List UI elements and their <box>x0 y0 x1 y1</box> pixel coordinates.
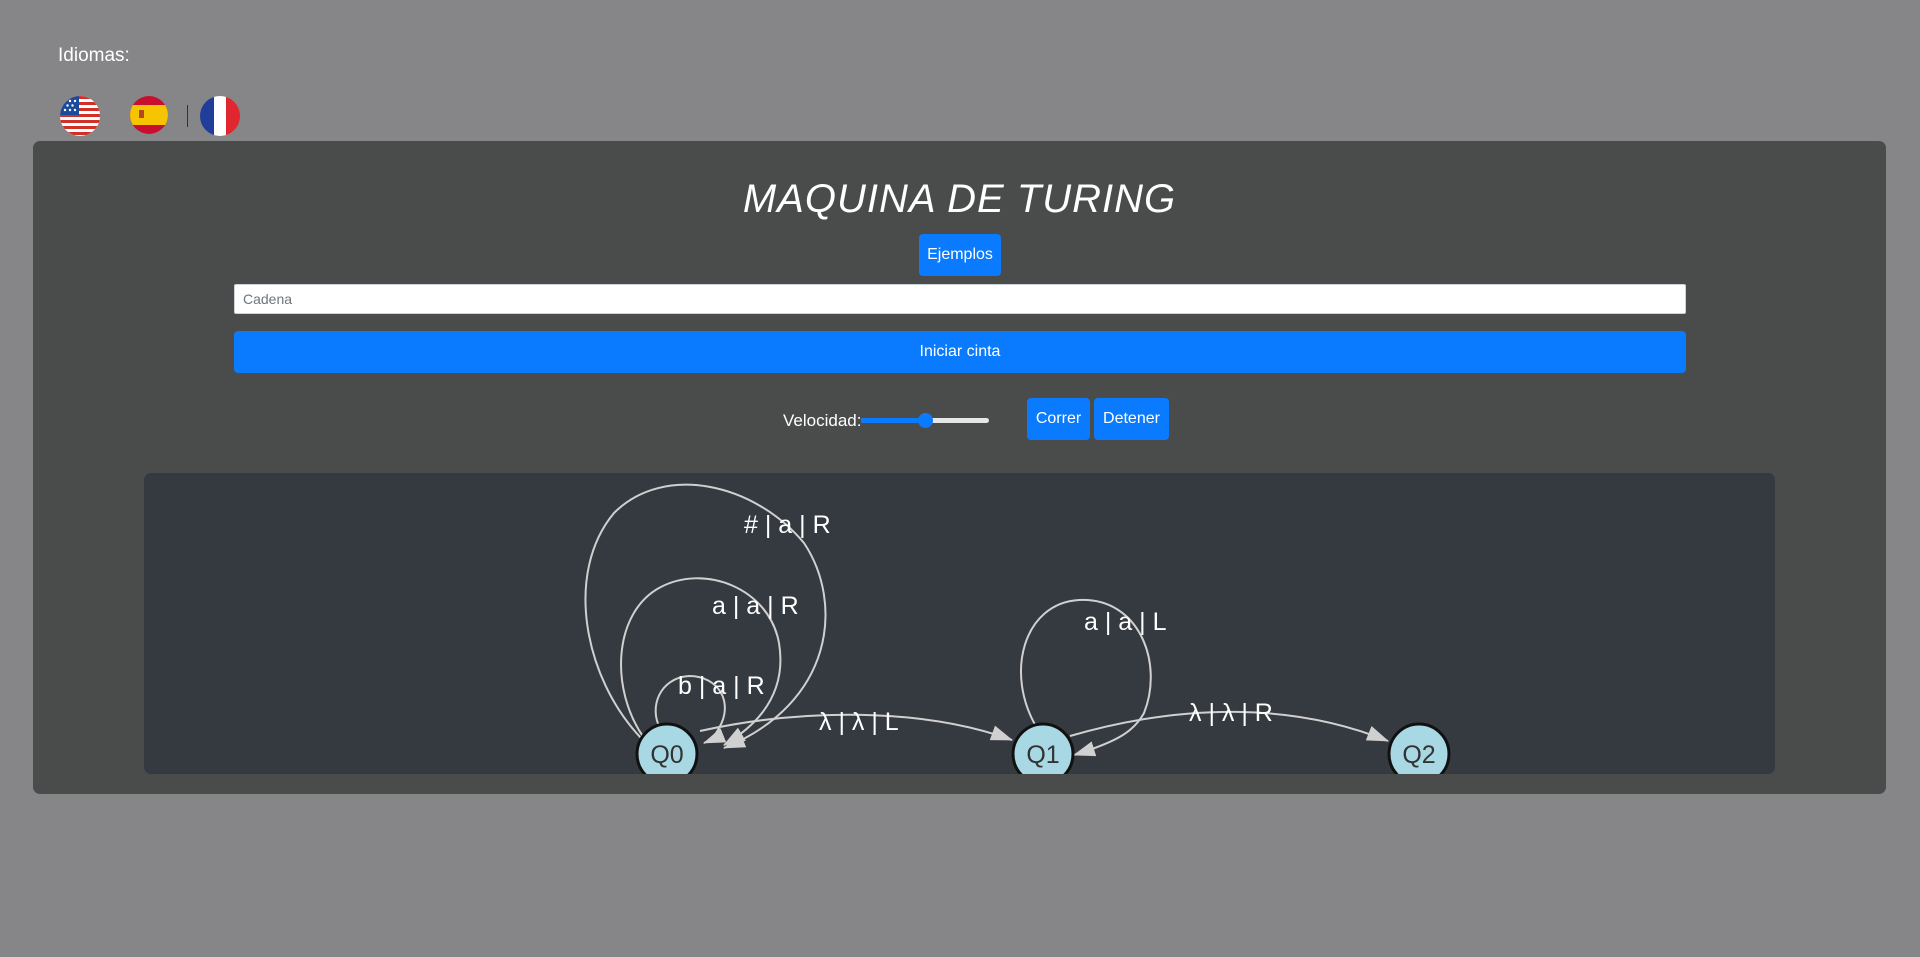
edge-label-q0-b: b | a | R <box>678 672 765 700</box>
speed-slider[interactable] <box>861 411 989 429</box>
languages-label: Idiomas: <box>58 45 130 66</box>
speed-label: Velocidad: <box>783 411 862 430</box>
state-label-q1: Q1 <box>1026 741 1059 769</box>
state-label-q0: Q0 <box>650 741 683 769</box>
language-selector: Idiomas: <box>58 44 240 136</box>
string-input[interactable] <box>234 284 1686 314</box>
state-node-q0: Q0 <box>635 722 699 774</box>
slider-thumb[interactable] <box>918 413 933 428</box>
state-diagram-svg: # | a | R a | a | R b | a | R λ | λ | L … <box>584 483 1451 774</box>
edge-label-q1-q2: λ | λ | R <box>1189 699 1273 727</box>
flag-list <box>58 94 258 138</box>
run-button[interactable]: Correr <box>1027 398 1090 440</box>
edge-label-q1-a: a | a | L <box>1084 608 1167 636</box>
start-tape-button[interactable]: Iniciar cinta <box>234 331 1686 373</box>
edge-label-q0-a: a | a | R <box>712 592 799 620</box>
stop-button[interactable]: Detener <box>1094 398 1169 440</box>
french-flag-icon[interactable] <box>200 96 240 136</box>
flag-divider <box>187 105 188 127</box>
examples-button[interactable]: Ejemplos <box>919 234 1001 276</box>
state-node-q2: Q2 <box>1387 722 1451 774</box>
state-diagram: # | a | R a | a | R b | a | R λ | λ | L … <box>144 473 1775 774</box>
slider-fill <box>861 418 925 423</box>
english-flag-icon[interactable] <box>60 96 100 136</box>
edge-label-q0-hash: # | a | R <box>744 511 831 539</box>
spanish-flag-icon[interactable] <box>130 96 168 134</box>
state-node-q1: Q1 <box>1011 722 1075 774</box>
state-label-q2: Q2 <box>1402 741 1435 769</box>
main-panel: MAQUINA DE TURING Ejemplos Iniciar cinta… <box>33 141 1886 794</box>
edge-label-q0-q1: λ | λ | L <box>819 708 899 736</box>
page-title: MAQUINA DE TURING <box>742 177 1177 221</box>
